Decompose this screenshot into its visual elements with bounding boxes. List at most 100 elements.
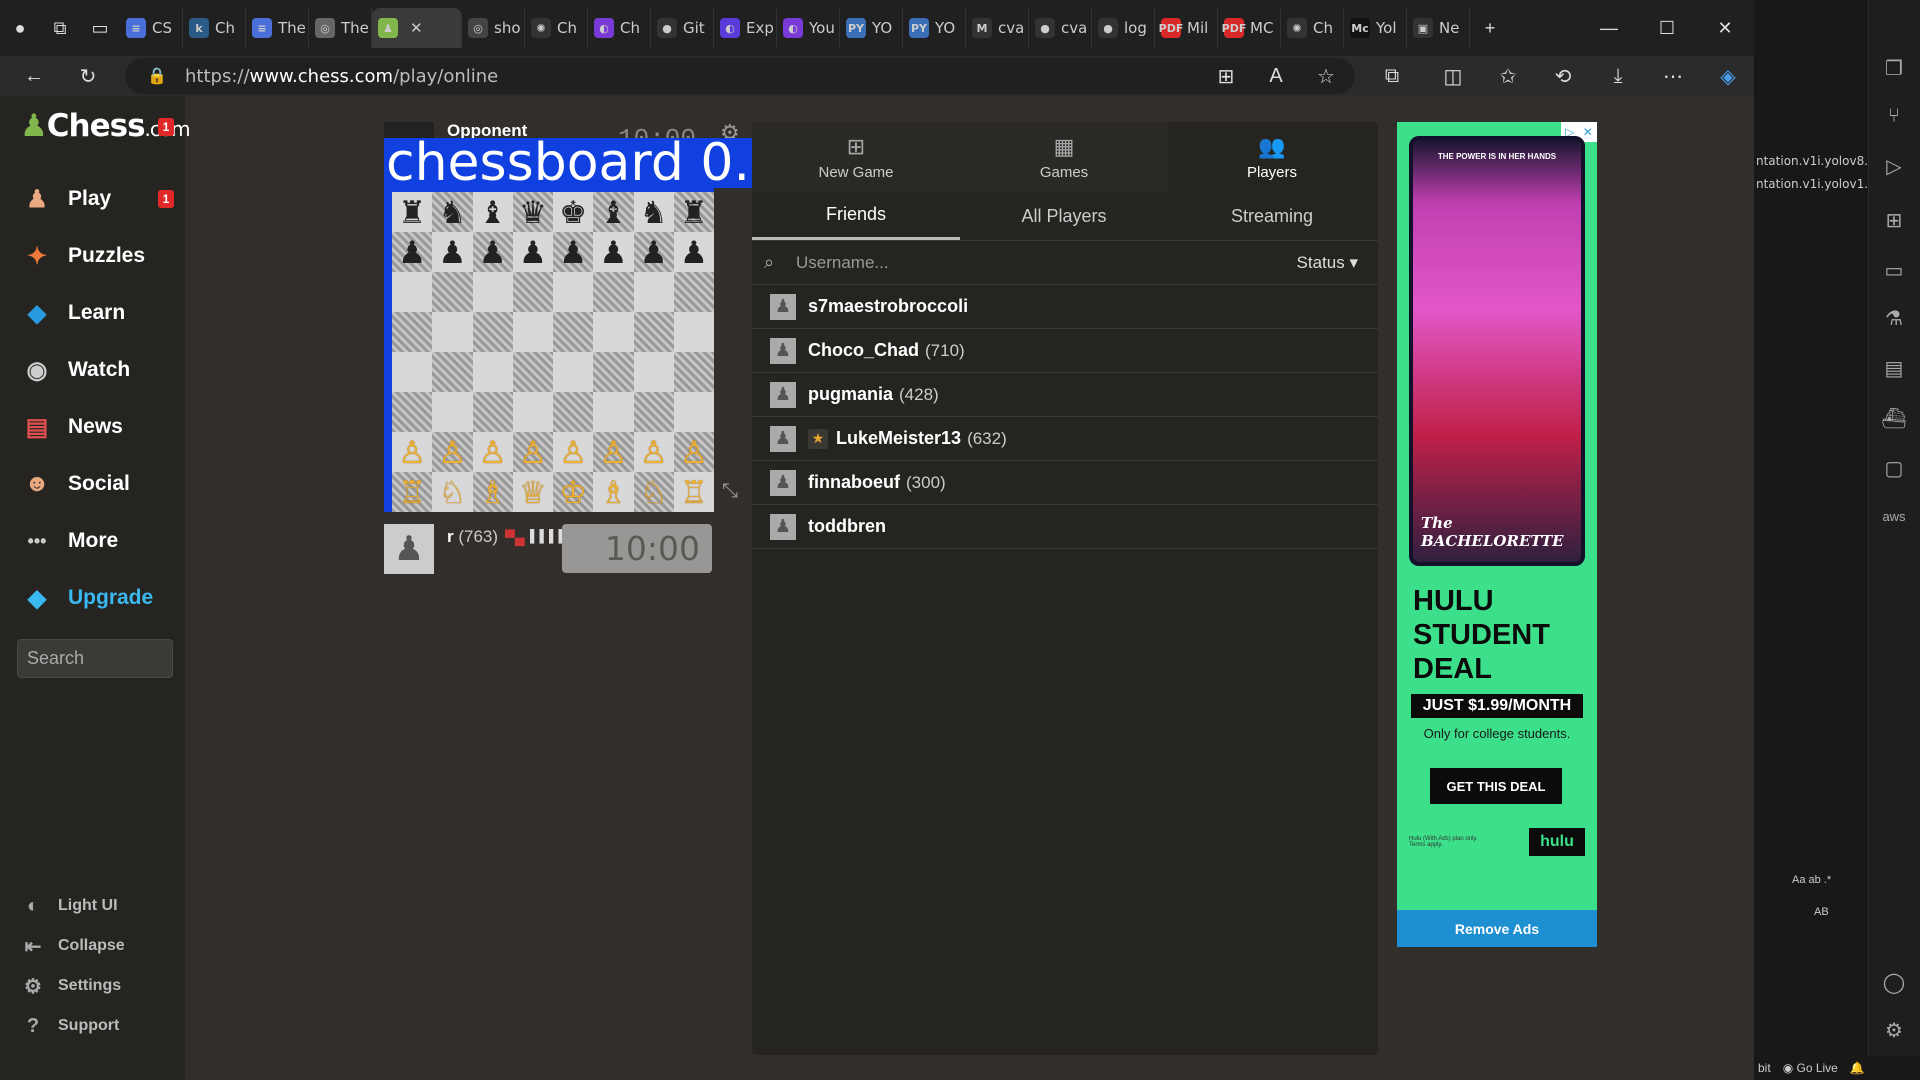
- chess-piece[interactable]: ♖: [398, 477, 426, 508]
- remote-explorer-icon[interactable]: ▭: [1878, 254, 1910, 286]
- chess-piece[interactable]: ♟: [438, 237, 466, 268]
- chess-piece[interactable]: ♙: [680, 437, 708, 468]
- chessboard[interactable]: ♜ ♞ ♝ ♛ ♚ ♝ ♞ ♜ ♟ ♟ ♟ ♟ ♟ ♟ ♟ ♟ ♙ ♙ ♙ ♙ ♙ ♙ ♙ ♙ ♖ ♘ ♗ ♕ ♔ ♗ ♘ ♖: [392, 192, 714, 512]
- history-icon[interactable]: ⟲: [1547, 60, 1579, 92]
- board-square[interactable]: [472, 312, 513, 352]
- chess-piece[interactable]: ♞: [438, 197, 466, 228]
- chess-piece[interactable]: ♘: [640, 477, 668, 508]
- tab-actions-icon[interactable]: ▭: [80, 8, 120, 48]
- preserve-case-icon[interactable]: AB: [1814, 906, 1829, 918]
- board-square[interactable]: ♟: [553, 232, 594, 272]
- read-aloud-icon[interactable]: A: [1260, 60, 1292, 92]
- maximize-icon[interactable]: ☐: [1638, 0, 1696, 56]
- more-menu-icon[interactable]: ⋯: [1657, 60, 1689, 92]
- browser-tab[interactable]: PY YO: [840, 8, 903, 48]
- board-square[interactable]: ♟: [593, 232, 634, 272]
- browser-tab[interactable]: k Ch: [183, 8, 246, 48]
- sidebar-item-watch[interactable]: ◉ Watch: [0, 345, 185, 395]
- board-square[interactable]: ♔: [553, 472, 594, 512]
- chess-piece[interactable]: ♜: [398, 197, 426, 228]
- address-bar[interactable]: 🔒 https://www.chess.com/play/online: [125, 58, 1355, 94]
- testing-icon[interactable]: ⚗: [1878, 302, 1910, 334]
- board-square[interactable]: [392, 272, 433, 312]
- extensions-icon[interactable]: ⧉: [1376, 60, 1408, 92]
- app-available-icon[interactable]: ⊞: [1210, 60, 1242, 92]
- sidebar-item-social[interactable]: ☻ Social: [0, 459, 185, 509]
- ide-file-2[interactable]: ntation.v1i.yolov1...: [1756, 177, 1876, 191]
- back-icon[interactable]: ←: [18, 60, 50, 92]
- board-square[interactable]: [512, 352, 553, 392]
- close-tab-icon[interactable]: ✕: [410, 19, 423, 37]
- board-square[interactable]: [673, 392, 714, 432]
- board-square[interactable]: ♟: [392, 232, 433, 272]
- explorer-icon[interactable]: ❐: [1878, 52, 1910, 84]
- board-square[interactable]: ♖: [392, 472, 433, 512]
- browser-tab[interactable]: PDF Mil: [1155, 8, 1218, 48]
- chess-piece[interactable]: ♗: [479, 477, 507, 508]
- board-square[interactable]: ♙: [392, 432, 433, 472]
- sidebar-link-collapse[interactable]: ⇤ Collapse: [20, 929, 180, 963]
- remove-ads-button[interactable]: Remove Ads: [1397, 910, 1597, 947]
- board-square[interactable]: ♕: [512, 472, 553, 512]
- chess-piece[interactable]: ♙: [599, 437, 627, 468]
- chess-piece[interactable]: ♗: [599, 477, 627, 508]
- copilot-icon[interactable]: ◈: [1712, 60, 1744, 92]
- chess-piece[interactable]: ♔: [559, 477, 587, 508]
- board-square[interactable]: [472, 272, 513, 312]
- sidebar-search-input[interactable]: Search: [17, 639, 173, 678]
- board-square[interactable]: ♙: [432, 432, 473, 472]
- board-square[interactable]: [432, 272, 473, 312]
- board-square[interactable]: ♗: [593, 472, 634, 512]
- browser-tab[interactable]: PY YO: [903, 8, 966, 48]
- board-square[interactable]: ♛: [512, 192, 553, 232]
- sidebar-item-upgrade[interactable]: ◆ Upgrade: [0, 573, 185, 623]
- friend-username[interactable]: s7maestrobroccoli: [808, 296, 968, 317]
- board-square[interactable]: [432, 312, 473, 352]
- ad-cta-button[interactable]: GET THIS DEAL: [1430, 768, 1562, 804]
- chess-piece[interactable]: ♟: [519, 237, 547, 268]
- board-square[interactable]: [512, 392, 553, 432]
- subtab-friends[interactable]: Friends: [752, 192, 960, 240]
- board-square[interactable]: [392, 312, 433, 352]
- match-case-icon[interactable]: Aa ab .*: [1792, 874, 1831, 886]
- ad-banner[interactable]: ▷ ✕ THE POWER IS IN HER HANDS The BACHELO…: [1397, 122, 1597, 910]
- chess-piece[interactable]: ♙: [640, 437, 668, 468]
- notifications-icon[interactable]: 🔔: [1850, 1061, 1865, 1075]
- browser-tab[interactable]: Mc Yol: [1344, 8, 1407, 48]
- board-square[interactable]: [593, 392, 634, 432]
- browser-tab[interactable]: ◎ The: [309, 8, 372, 48]
- board-square[interactable]: [553, 272, 594, 312]
- browser-tab[interactable]: ✺ Ch: [1281, 8, 1344, 48]
- board-square[interactable]: ♞: [633, 192, 674, 232]
- source-control-icon[interactable]: ⑂: [1878, 100, 1910, 132]
- board-square[interactable]: [392, 392, 433, 432]
- board-square[interactable]: ♙: [673, 432, 714, 472]
- sidebar-link-support[interactable]: ? Support: [20, 1009, 180, 1043]
- board-square[interactable]: ♞: [432, 192, 473, 232]
- account-icon[interactable]: ◯: [1878, 966, 1910, 998]
- chess-piece[interactable]: ♟: [640, 237, 668, 268]
- browser-tab[interactable]: ● cva: [1029, 8, 1092, 48]
- board-square[interactable]: ♚: [553, 192, 594, 232]
- sidebar-link-settings[interactable]: ⚙ Settings: [20, 969, 180, 1003]
- board-square[interactable]: [593, 312, 634, 352]
- download-icon[interactable]: ⤓: [1602, 60, 1634, 92]
- chess-piece[interactable]: ♕: [519, 477, 547, 508]
- sidebar-item-puzzles[interactable]: ✦ Puzzles: [0, 231, 185, 281]
- board-square[interactable]: ♟: [432, 232, 473, 272]
- board-square[interactable]: ♝: [593, 192, 634, 232]
- board-square[interactable]: [472, 392, 513, 432]
- extensions-icon[interactable]: ⊞: [1878, 204, 1910, 236]
- subtab-streaming[interactable]: Streaming: [1168, 192, 1376, 240]
- board-square[interactable]: [593, 272, 634, 312]
- friend-username[interactable]: LukeMeister13: [836, 428, 961, 449]
- tab-players[interactable]: 👥 Players: [1168, 122, 1376, 192]
- friend-username[interactable]: Choco_Chad: [808, 340, 919, 361]
- workspaces-icon[interactable]: ⧉: [40, 8, 80, 48]
- board-square[interactable]: ♟: [472, 232, 513, 272]
- board-square[interactable]: [512, 272, 553, 312]
- chess-piece[interactable]: ♙: [398, 437, 426, 468]
- friend-username[interactable]: pugmania: [808, 384, 893, 405]
- run-debug-icon[interactable]: ▷: [1878, 150, 1910, 182]
- board-square[interactable]: [673, 352, 714, 392]
